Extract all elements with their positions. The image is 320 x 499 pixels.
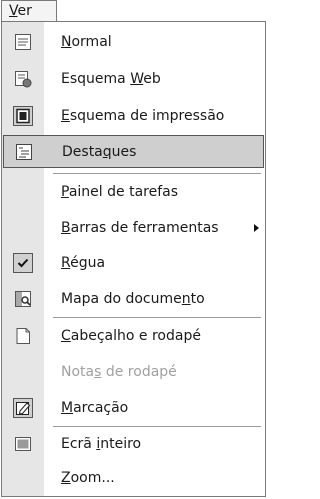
menu-item-label: Destaques [62,143,137,160]
markup-icon [13,397,33,418]
menu-item-label: Mapa do documento [61,290,205,307]
menu-item-label: Esquema de impressão [61,107,225,124]
menu-title-rest: er [17,3,32,19]
document-map-icon [13,289,33,309]
menu-item-notas-de-rodape: Notas de rodapé [2,353,265,390]
normal-view-icon [13,32,33,52]
full-screen-icon [13,434,33,454]
view-dropdown-menu: Normal Esquema Web Esquema de impressão … [1,21,266,497]
print-layout-icon [13,105,33,126]
menu-title-mnemonic: V [9,3,18,19]
menu-title-ver[interactable]: Ver [1,0,57,21]
menu-item-label: Zoom... [61,470,115,486]
menu-item-label: Painel de tarefas [61,184,179,200]
menu-item-label: Esquema Web [61,70,161,87]
menu-item-esquema-web[interactable]: Esquema Web [2,60,265,97]
menu-item-esquema-de-impressao[interactable]: Esquema de impressão [2,97,265,134]
menu-item-normal[interactable]: Normal [2,23,265,60]
menu-item-ecra-inteiro[interactable]: Ecrã inteiro [2,427,265,461]
header-footer-icon [13,326,33,346]
menu-item-label: Normal [61,33,112,50]
outline-view-icon [14,142,34,162]
menu-item-mapa-do-documento[interactable]: Mapa do documento [2,281,265,316]
menu-item-label: Barras de ferramentas [61,219,219,236]
menu-bar: Ver [0,0,269,22]
menu-item-zoom[interactable]: Zoom... [2,461,265,495]
menu-item-painel-de-tarefas[interactable]: Painel de tarefas [2,174,265,210]
menu-item-label: Cabeçalho e rodapé [61,327,201,344]
menu-item-regua[interactable]: Régua [2,245,265,281]
menu-item-destaques[interactable]: Destaques [3,135,264,168]
checkmark-icon [13,253,33,273]
menu-item-label: Marcação [61,399,129,416]
submenu-arrow-icon [254,223,259,232]
menu-item-cabecalho-e-rodape[interactable]: Cabeçalho e rodapé [2,318,265,353]
web-layout-icon [13,69,33,89]
menu-item-label: Notas de rodapé [61,363,177,380]
menu-item-marcacao[interactable]: Marcação [2,390,265,425]
menu-item-label: Ecrã inteiro [61,436,142,452]
menu-item-label: Régua [61,255,106,271]
menu-item-barras-de-ferramentas[interactable]: Barras de ferramentas [2,210,265,245]
